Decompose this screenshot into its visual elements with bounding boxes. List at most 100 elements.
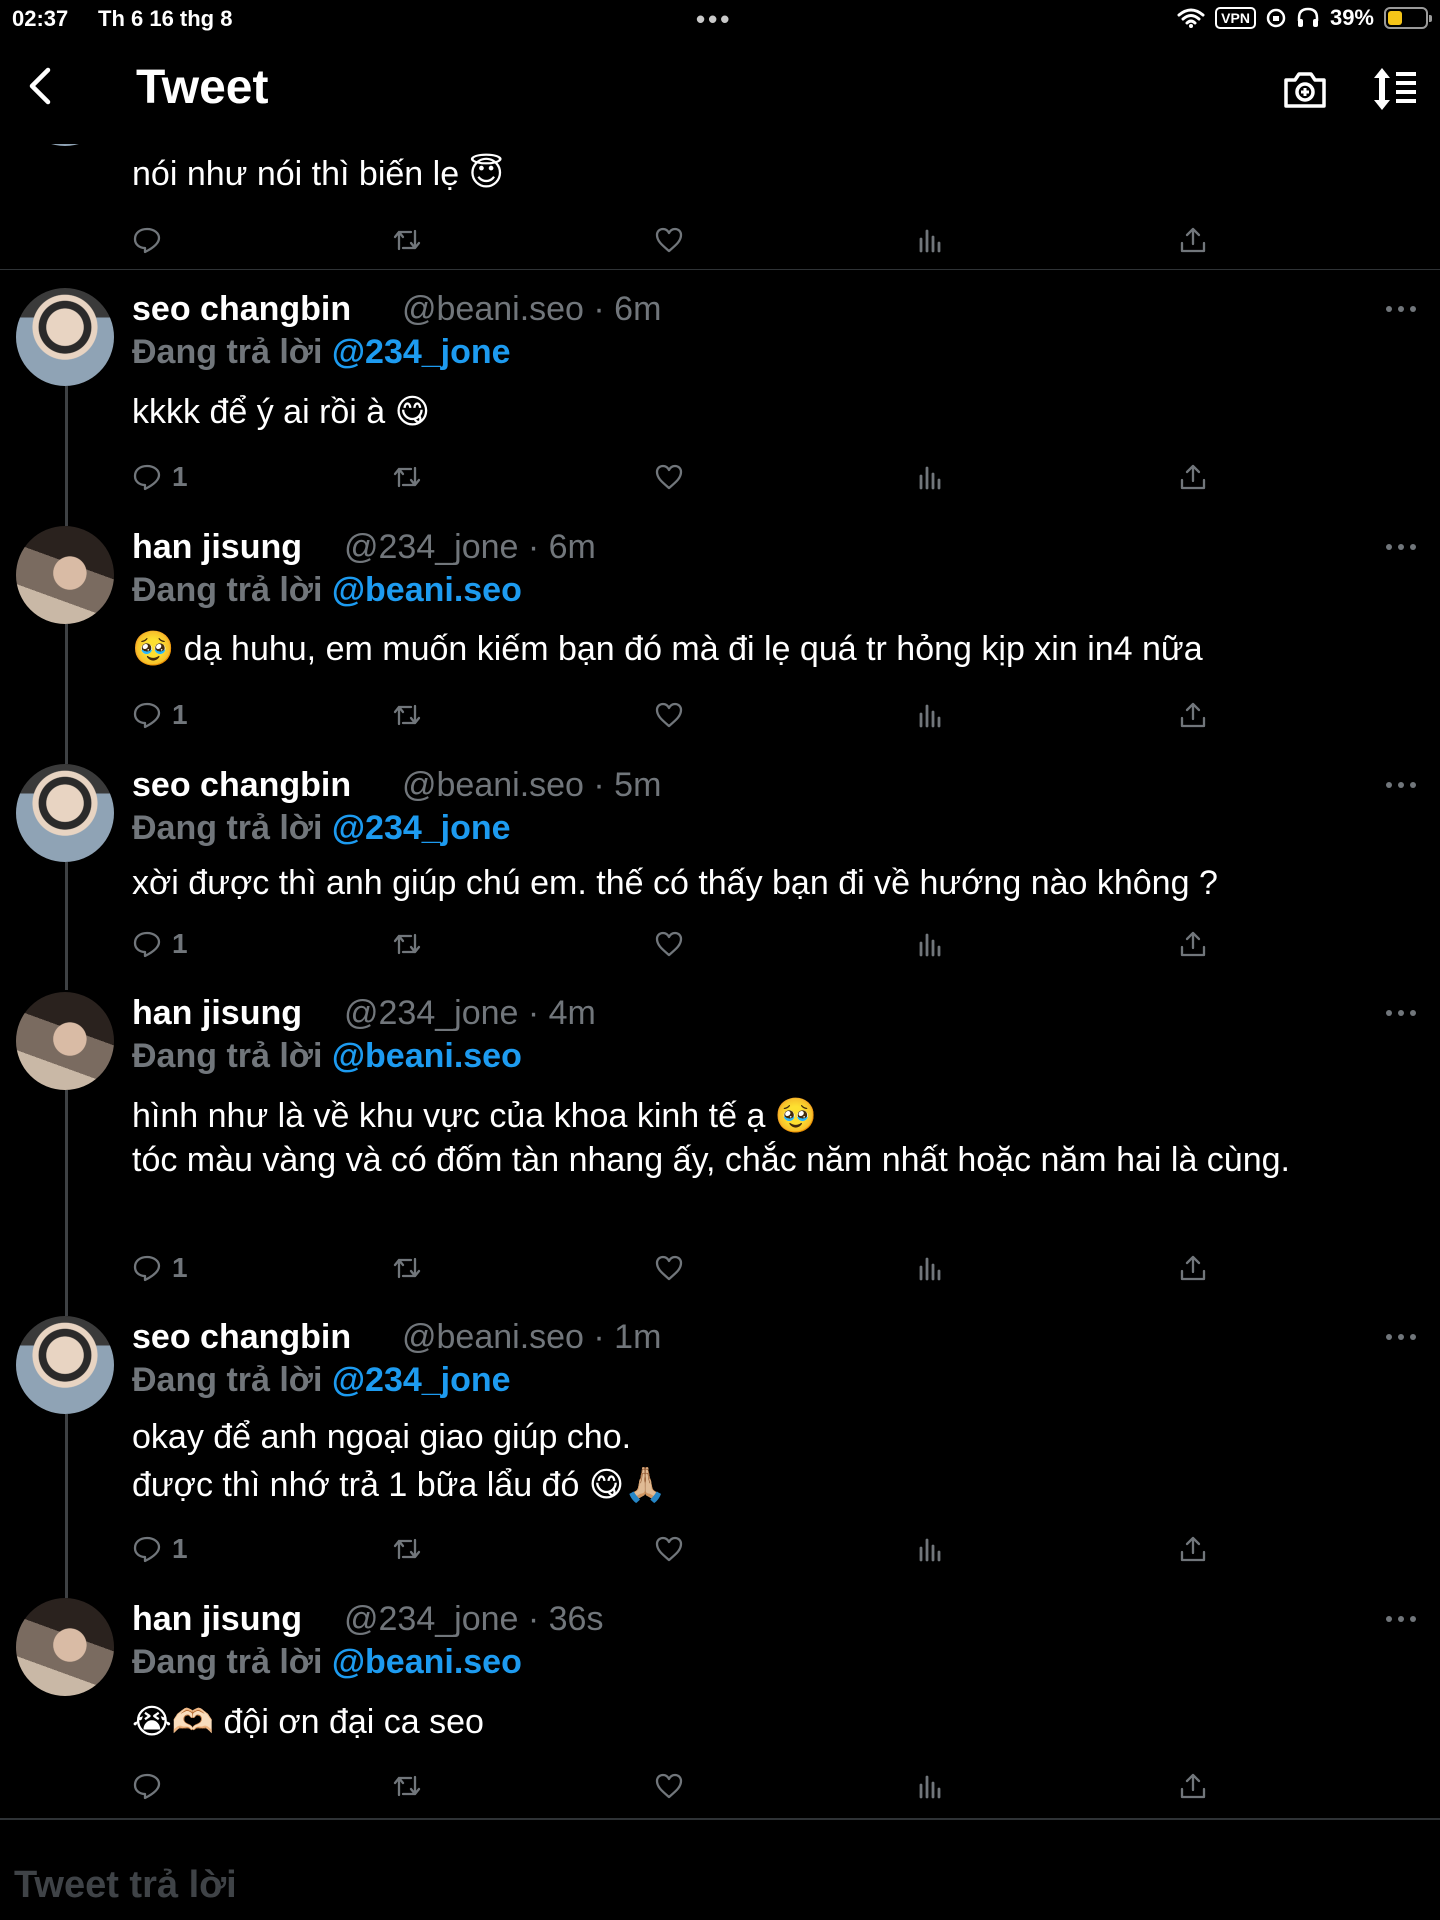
more-options-icon[interactable] bbox=[1386, 780, 1416, 790]
mention-link[interactable]: @234_jone bbox=[332, 1361, 511, 1399]
retweet-button[interactable] bbox=[392, 222, 422, 258]
reply-button[interactable]: 1 bbox=[132, 697, 188, 733]
thread-line bbox=[65, 862, 68, 990]
like-button[interactable] bbox=[654, 1250, 684, 1286]
retweet-button[interactable] bbox=[392, 1531, 422, 1567]
thread-line bbox=[65, 1414, 68, 1598]
handle-and-time[interactable]: @234_jone · 36s bbox=[344, 1600, 603, 1639]
replying-to: Đang trả lời @beani.seo bbox=[132, 1037, 522, 1076]
mention-link[interactable]: @234_jone bbox=[332, 333, 511, 371]
retweet-button[interactable] bbox=[392, 697, 422, 733]
handle-and-time[interactable]: @beani.seo · 6m bbox=[402, 290, 661, 329]
analytics-icon bbox=[919, 229, 941, 253]
status-time: 02:37 bbox=[12, 6, 69, 31]
share-icon bbox=[1180, 931, 1206, 957]
heart-icon bbox=[655, 931, 683, 957]
like-button[interactable] bbox=[654, 1531, 684, 1567]
more-options-icon[interactable] bbox=[1386, 1332, 1416, 1342]
battery-percent: 39% bbox=[1329, 5, 1374, 30]
multitask-dots-icon[interactable]: ••• bbox=[696, 4, 732, 35]
mention-link[interactable]: @beani.seo bbox=[332, 1643, 522, 1681]
display-name[interactable]: han jisung bbox=[132, 528, 302, 567]
orientation-lock-icon bbox=[1266, 8, 1286, 28]
share-button[interactable] bbox=[1178, 1768, 1208, 1804]
share-button[interactable] bbox=[1178, 697, 1208, 733]
analytics-button[interactable] bbox=[916, 459, 946, 495]
share-icon bbox=[1180, 464, 1206, 490]
tweet-text: kkkk để ý ai rồi à 😋 bbox=[132, 393, 431, 431]
avatar[interactable] bbox=[16, 1598, 114, 1696]
share-icon bbox=[1180, 1255, 1206, 1281]
share-button[interactable] bbox=[1178, 1531, 1208, 1567]
headphones-icon bbox=[1297, 7, 1319, 27]
like-button[interactable] bbox=[654, 1768, 684, 1804]
tweet-text: okay để anh ngoại giao giúp cho. được th… bbox=[132, 1418, 667, 1504]
avatar[interactable] bbox=[16, 288, 114, 386]
display-name[interactable]: han jisung bbox=[132, 1600, 302, 1639]
like-button[interactable] bbox=[654, 459, 684, 495]
reply-button[interactable] bbox=[132, 222, 162, 258]
reply-icon bbox=[133, 1255, 161, 1282]
analytics-button[interactable] bbox=[916, 1250, 946, 1286]
share-button[interactable] bbox=[1178, 926, 1208, 962]
handle-and-time[interactable]: @beani.seo · 1m bbox=[402, 1318, 661, 1357]
avatar[interactable] bbox=[16, 992, 114, 1090]
reply-input-placeholder[interactable]: Tweet trả lời bbox=[14, 1864, 237, 1907]
analytics-button[interactable] bbox=[916, 1531, 946, 1567]
analytics-icon bbox=[919, 933, 941, 957]
display-name[interactable]: seo changbin bbox=[132, 1318, 351, 1357]
mention-link[interactable]: @beani.seo bbox=[332, 1037, 522, 1075]
mention-link[interactable]: @234_jone bbox=[332, 809, 511, 847]
like-button[interactable] bbox=[654, 697, 684, 733]
reply-composer[interactable]: Tweet trả lời bbox=[0, 1818, 1440, 1920]
tweet-actions bbox=[132, 1768, 1232, 1804]
handle-and-time[interactable]: @beani.seo · 5m bbox=[402, 766, 661, 805]
reply-button[interactable]: 1 bbox=[132, 1250, 188, 1286]
retweet-button[interactable] bbox=[392, 459, 422, 495]
page-title: Tweet bbox=[136, 61, 269, 114]
reply-icon bbox=[133, 464, 161, 491]
analytics-button[interactable] bbox=[916, 926, 946, 962]
reply-count: 1 bbox=[172, 1533, 188, 1564]
more-options-icon[interactable] bbox=[1386, 542, 1416, 552]
reply-icon bbox=[133, 702, 161, 729]
back-arrow-icon[interactable] bbox=[22, 66, 62, 106]
retweet-icon bbox=[393, 933, 421, 955]
reply-count: 1 bbox=[172, 699, 188, 730]
display-name[interactable]: seo changbin bbox=[132, 290, 351, 329]
analytics-button[interactable] bbox=[916, 697, 946, 733]
reply-button[interactable]: 1 bbox=[132, 459, 188, 495]
retweet-button[interactable] bbox=[392, 1768, 422, 1804]
avatar[interactable] bbox=[16, 1316, 114, 1414]
more-options-icon[interactable] bbox=[1386, 304, 1416, 314]
share-button[interactable] bbox=[1178, 459, 1208, 495]
share-button[interactable] bbox=[1178, 1250, 1208, 1286]
display-name[interactable]: seo changbin bbox=[132, 766, 351, 805]
display-name[interactable]: han jisung bbox=[132, 994, 302, 1033]
analytics-button[interactable] bbox=[916, 222, 946, 258]
like-button[interactable] bbox=[654, 926, 684, 962]
tweet-text: nói như nói thì biến lẹ 😇 bbox=[132, 155, 504, 193]
sort-replies-icon[interactable] bbox=[1370, 66, 1420, 112]
reply-button[interactable]: 1 bbox=[132, 1531, 188, 1567]
retweet-icon bbox=[393, 1775, 421, 1797]
handle-and-time[interactable]: @234_jone · 6m bbox=[344, 528, 596, 567]
camera-plus-icon[interactable] bbox=[1282, 66, 1328, 112]
more-options-icon[interactable] bbox=[1386, 1008, 1416, 1018]
more-options-icon[interactable] bbox=[1386, 1614, 1416, 1624]
handle-and-time[interactable]: @234_jone · 4m bbox=[344, 994, 596, 1033]
avatar[interactable] bbox=[16, 764, 114, 862]
reply-button[interactable]: 1 bbox=[132, 926, 188, 962]
retweet-icon bbox=[393, 1257, 421, 1279]
retweet-button[interactable] bbox=[392, 1250, 422, 1286]
mention-link[interactable]: @beani.seo bbox=[332, 571, 522, 609]
replying-to-label: Đang trả lời bbox=[132, 1361, 323, 1399]
avatar[interactable] bbox=[16, 526, 114, 624]
retweet-button[interactable] bbox=[392, 926, 422, 962]
analytics-button[interactable] bbox=[916, 1768, 946, 1804]
reply-button[interactable] bbox=[132, 1768, 162, 1804]
share-button[interactable] bbox=[1178, 222, 1208, 258]
like-button[interactable] bbox=[654, 222, 684, 258]
reply-icon bbox=[133, 1536, 161, 1563]
replying-to: Đang trả lời @234_jone bbox=[132, 1361, 511, 1400]
